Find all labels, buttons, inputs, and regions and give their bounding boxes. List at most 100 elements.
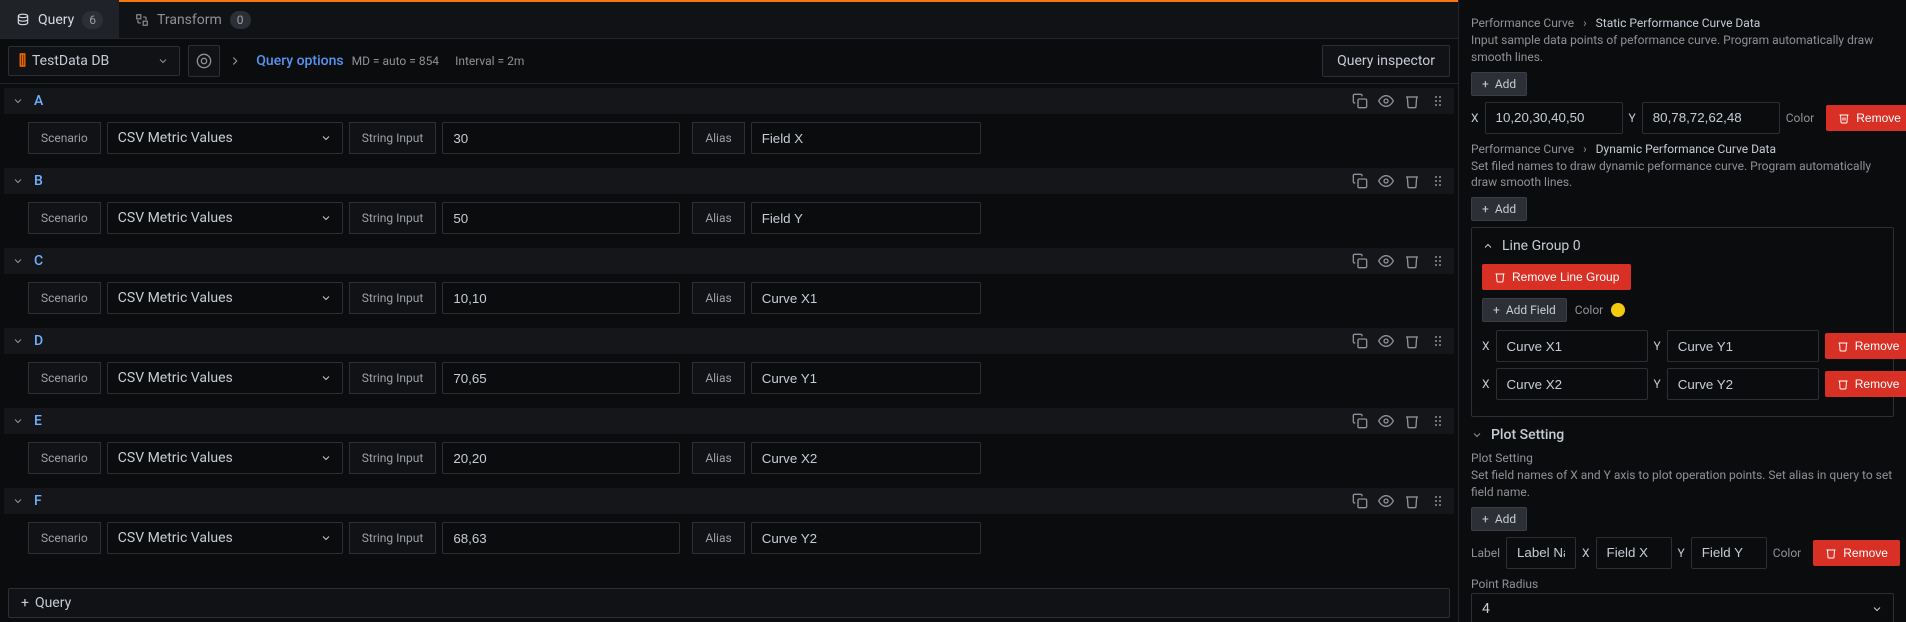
tab-query[interactable]: Query 6 [0, 0, 119, 38]
remove-plot-button[interactable]: Remove [1813, 540, 1900, 566]
string-input-field[interactable] [442, 362, 680, 394]
trash-icon[interactable] [1404, 253, 1420, 269]
query-header[interactable]: D [4, 328, 1454, 354]
chevron-down-icon [12, 495, 24, 507]
query-header[interactable]: E [4, 408, 1454, 434]
eye-icon[interactable] [1378, 413, 1394, 429]
scenario-select[interactable]: CSV Metric Values [107, 122, 343, 154]
drag-handle-icon[interactable] [1430, 253, 1446, 269]
duplicate-icon[interactable] [1352, 93, 1368, 109]
string-input-field[interactable] [442, 202, 680, 234]
string-input-field[interactable] [442, 122, 680, 154]
plus-icon: + [21, 595, 29, 611]
trash-icon[interactable] [1404, 333, 1420, 349]
string-input-field[interactable] [442, 522, 680, 554]
line-group-header[interactable]: Line Group 0 [1482, 238, 1883, 254]
eye-icon[interactable] [1378, 493, 1394, 509]
trash-icon [1838, 112, 1850, 124]
scenario-select[interactable]: CSV Metric Values [107, 522, 343, 554]
query-options-button[interactable]: Query options [256, 53, 343, 69]
drag-handle-icon[interactable] [1430, 413, 1446, 429]
plot-y-input[interactable] [1691, 537, 1767, 569]
add-dynamic-button[interactable]: + Add [1471, 197, 1527, 221]
query-header[interactable]: B [4, 168, 1454, 194]
trash-icon[interactable] [1404, 493, 1420, 509]
query-header[interactable]: A [4, 88, 1454, 114]
point-radius-select[interactable]: 4 [1471, 593, 1894, 622]
remove-line-button[interactable]: Remove [1825, 371, 1906, 397]
tab-bar: Query 6 Transform 0 [0, 2, 1458, 39]
plus-icon: + [1482, 202, 1489, 216]
eye-icon[interactable] [1378, 333, 1394, 349]
chevron-down-icon [320, 532, 332, 544]
query-id: C [34, 253, 43, 269]
color-picker[interactable] [1611, 303, 1625, 317]
static-y-input[interactable] [1642, 102, 1780, 134]
add-plot-button[interactable]: + Add [1471, 507, 1527, 531]
datasource-help-button[interactable] [188, 45, 220, 77]
duplicate-icon[interactable] [1352, 173, 1368, 189]
crumb-root[interactable]: Performance Curve [1471, 16, 1574, 30]
alias-field[interactable] [751, 202, 981, 234]
drag-handle-icon[interactable] [1430, 333, 1446, 349]
line-y-input[interactable] [1667, 330, 1819, 362]
tab-query-label: Query [38, 12, 74, 28]
scenario-select[interactable]: CSV Metric Values [107, 282, 343, 314]
add-field-button[interactable]: + Add Field [1482, 298, 1567, 322]
string-input-field[interactable] [442, 442, 680, 474]
static-x-input[interactable] [1485, 102, 1623, 134]
eye-icon[interactable] [1378, 173, 1394, 189]
query-interval: Interval = 2m [455, 54, 524, 68]
add-static-button[interactable]: + Add [1471, 72, 1527, 96]
alias-field[interactable] [751, 282, 981, 314]
crumb-current: Static Performance Curve Data [1596, 16, 1761, 30]
string-input-field[interactable] [442, 282, 680, 314]
drag-handle-icon[interactable] [1430, 493, 1446, 509]
query-header[interactable]: C [4, 248, 1454, 274]
alias-field[interactable] [751, 122, 981, 154]
eye-icon[interactable] [1378, 253, 1394, 269]
query-header[interactable]: F [4, 488, 1454, 514]
add-query-button[interactable]: + Query [8, 588, 1450, 618]
x-label: X [1482, 339, 1490, 353]
label-label: Label [1471, 546, 1500, 560]
alias-field[interactable] [751, 522, 981, 554]
chevron-down-icon [157, 55, 169, 67]
plot-label-input[interactable] [1506, 537, 1576, 569]
alias-label: Alias [692, 282, 744, 314]
alias-field[interactable] [751, 362, 981, 394]
drag-handle-icon[interactable] [1430, 93, 1446, 109]
x-label: X [1482, 377, 1490, 391]
duplicate-icon[interactable] [1352, 493, 1368, 509]
query-inspector-button[interactable]: Query inspector [1322, 45, 1450, 77]
query-id: E [34, 413, 42, 429]
scenario-select[interactable]: CSV Metric Values [107, 442, 343, 474]
drag-handle-icon[interactable] [1430, 173, 1446, 189]
line-y-input[interactable] [1667, 368, 1819, 400]
duplicate-icon[interactable] [1352, 413, 1368, 429]
crumb-root[interactable]: Performance Curve [1471, 142, 1574, 156]
duplicate-icon[interactable] [1352, 333, 1368, 349]
eye-icon[interactable] [1378, 93, 1394, 109]
line-x-input[interactable] [1496, 330, 1648, 362]
trash-icon[interactable] [1404, 93, 1420, 109]
tab-transform-label: Transform [157, 12, 222, 28]
remove-line-group-button[interactable]: Remove Line Group [1482, 264, 1631, 290]
trash-icon[interactable] [1404, 173, 1420, 189]
duplicate-icon[interactable] [1352, 253, 1368, 269]
chevron-down-icon [12, 415, 24, 427]
scenario-select[interactable]: CSV Metric Values [107, 202, 343, 234]
plot-setting-header[interactable]: Plot Setting [1471, 427, 1894, 443]
remove-line-button[interactable]: Remove [1825, 333, 1906, 359]
plot-setting-title: Plot Setting [1491, 427, 1564, 443]
alias-field[interactable] [751, 442, 981, 474]
chevron-down-icon [12, 335, 24, 347]
plot-x-input[interactable] [1596, 537, 1672, 569]
trash-icon[interactable] [1404, 413, 1420, 429]
line-x-input[interactable] [1496, 368, 1648, 400]
alias-label: Alias [692, 202, 744, 234]
scenario-select[interactable]: CSV Metric Values [107, 362, 343, 394]
datasource-select[interactable]: ⫿⫿ TestData DB [8, 46, 180, 76]
remove-static-button[interactable]: Remove [1826, 105, 1906, 131]
tab-transform[interactable]: Transform 0 [119, 2, 267, 38]
